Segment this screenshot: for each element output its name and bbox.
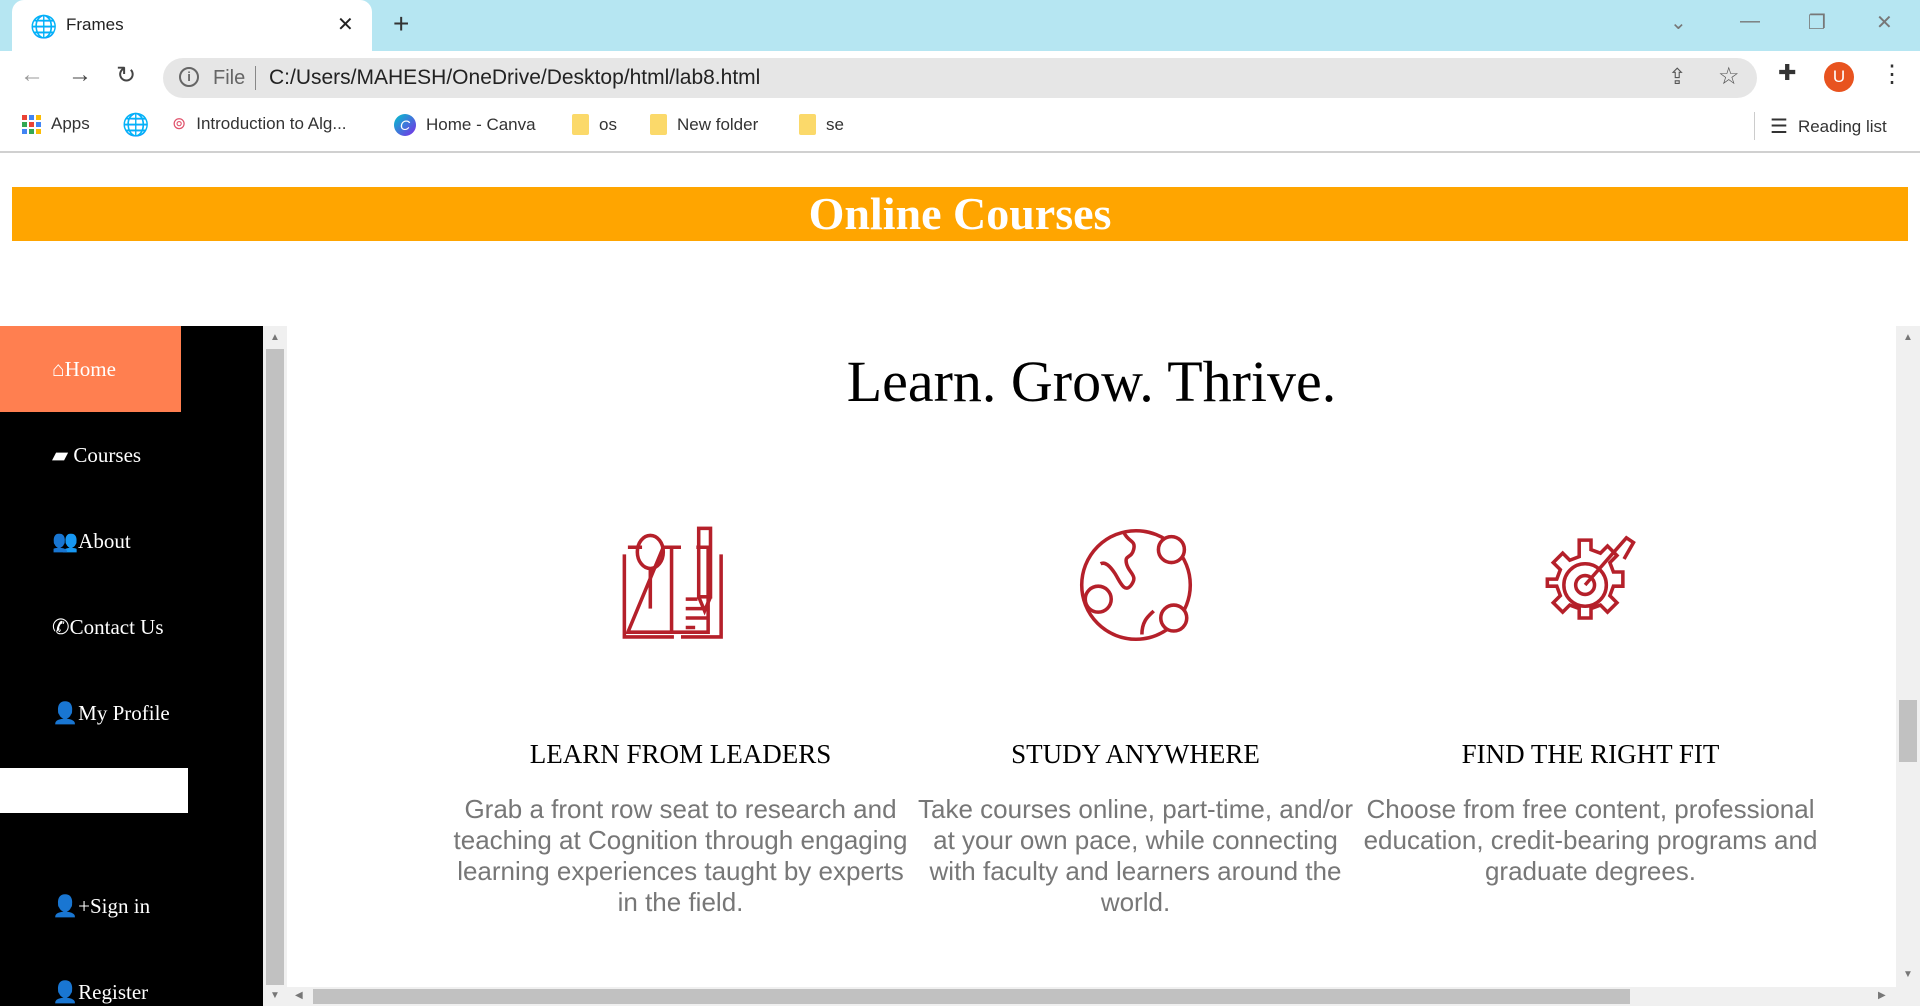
sidebar-item-contact[interactable]: ✆Contact Us bbox=[0, 584, 181, 670]
close-tab-icon[interactable]: ✕ bbox=[337, 12, 354, 37]
bookmark-label: os bbox=[599, 114, 617, 134]
bookmark-apps[interactable]: Apps bbox=[22, 114, 90, 134]
info-icon[interactable]: i bbox=[179, 67, 199, 87]
tab-title: Frames bbox=[66, 15, 124, 34]
reading-list-label: Reading list bbox=[1797, 116, 1887, 136]
address-bar[interactable]: i File C:/Users/MAHESH/OneDrive/Desktop/… bbox=[163, 58, 1757, 98]
bookmark-label: Apps bbox=[51, 114, 90, 133]
forward-button[interactable]: → bbox=[68, 61, 92, 89]
feature-title: LEARN FROM LEADERS bbox=[529, 739, 832, 769]
feature-title: STUDY ANYWHERE bbox=[1011, 739, 1260, 769]
page-banner: Online Courses bbox=[12, 187, 1908, 241]
feature-text: Grab a front row seat to research and te… bbox=[453, 794, 908, 917]
apps-grid-icon bbox=[22, 114, 41, 134]
bookmark-label: New folder bbox=[677, 114, 759, 134]
sidebar-item-about[interactable]: 👥About bbox=[0, 498, 181, 584]
bookmark-introduction[interactable]: ⊚ Introduction to Alg... bbox=[172, 114, 347, 134]
share-icon[interactable]: ⇪ bbox=[1668, 64, 1686, 90]
home-icon: ⌂ bbox=[52, 357, 65, 381]
tab-strip: 🌐 Frames ✕ + ⌄ — ❐ ✕ bbox=[0, 0, 1920, 51]
bookmark-se[interactable]: se bbox=[799, 114, 844, 135]
tab-search-chevron-icon[interactable]: ⌄ bbox=[1670, 10, 1687, 35]
bookmark-globe[interactable]: 🌐 bbox=[122, 112, 149, 138]
main-horizontal-scrollbar[interactable]: ◀ ▶ bbox=[287, 987, 1920, 1006]
toolbar: ← → ↻ i File C:/Users/MAHESH/OneDrive/De… bbox=[0, 51, 1920, 100]
nav-label: Courses bbox=[68, 443, 142, 467]
menu-icon[interactable]: ⋮ bbox=[1880, 60, 1904, 89]
nav-label: About bbox=[78, 529, 131, 553]
bookmarks-bar: Apps 🌐 ⊚ Introduction to Alg... C Home - C… bbox=[0, 100, 1920, 153]
url-text[interactable]: C:/Users/MAHESH/OneDrive/Desktop/html/la… bbox=[269, 66, 760, 90]
folder-icon bbox=[799, 114, 816, 135]
main-frame: Learn. Grow. Thrive. LEARN FROM LEADERS … bbox=[287, 326, 1896, 987]
extensions-icon[interactable]: ✚ bbox=[1778, 60, 1796, 86]
globe-people-icon bbox=[1079, 528, 1192, 642]
user-icon: 👤 bbox=[52, 980, 79, 1004]
feature-learn: LEARN FROM LEADERS Grab a front row seat… bbox=[453, 526, 908, 918]
feature-fit: FIND THE RIGHT FIT Choose from free cont… bbox=[1363, 526, 1818, 887]
sidebar-item-profile[interactable]: 👤My Profile bbox=[0, 670, 181, 756]
back-button[interactable]: ← bbox=[20, 61, 44, 89]
reload-button[interactable]: ↻ bbox=[116, 61, 136, 90]
book-magnifier-pen-icon bbox=[622, 526, 723, 639]
close-window-button[interactable]: ✕ bbox=[1876, 10, 1893, 35]
bookmark-label: Introduction to Alg... bbox=[196, 114, 347, 133]
tab-frames[interactable]: 🌐 Frames ✕ bbox=[12, 0, 372, 51]
reading-list-button[interactable]: ☰ Reading list bbox=[1770, 114, 1887, 139]
nav-label: Sign in bbox=[90, 894, 151, 918]
nav-label: Register bbox=[78, 980, 149, 1004]
book-icon: ▰ bbox=[52, 443, 69, 467]
new-tab-button[interactable]: + bbox=[393, 8, 409, 40]
bookmark-canva[interactable]: C Home - Canva bbox=[394, 114, 536, 136]
bookmark-os[interactable]: os bbox=[572, 114, 617, 135]
feature-study: STUDY ANYWHERE Take courses online, part… bbox=[908, 526, 1363, 918]
scheme-label: File bbox=[213, 67, 246, 89]
feature-text: Take courses online, part-time, and/or a… bbox=[918, 794, 1353, 917]
reading-list-icon: ☰ bbox=[1770, 116, 1788, 138]
main-vertical-scrollbar[interactable]: ▲ ▼ bbox=[1896, 326, 1920, 987]
folder-icon bbox=[650, 114, 667, 135]
globe-icon: 🌐 bbox=[30, 14, 58, 39]
sidebar-search-input[interactable] bbox=[0, 768, 188, 813]
nav-label: Home bbox=[64, 357, 116, 381]
user-plus-icon: 👤+ bbox=[52, 894, 90, 918]
scrollbar-thumb[interactable] bbox=[313, 989, 1630, 1004]
divider bbox=[1754, 112, 1755, 140]
bookmark-new-folder[interactable]: New folder bbox=[650, 114, 758, 135]
divider bbox=[255, 66, 256, 90]
sidebar-item-courses[interactable]: ▰ Courses bbox=[0, 412, 181, 498]
scrollbar-thumb[interactable] bbox=[1899, 700, 1917, 762]
sidebar-scrollbar[interactable]: ▲ ▼ bbox=[263, 326, 287, 1006]
feature-title: FIND THE RIGHT FIT bbox=[1461, 739, 1720, 769]
bookmark-label: se bbox=[826, 114, 844, 134]
canva-icon: C bbox=[394, 114, 416, 136]
bookmark-favicon-icon: ⊚ bbox=[172, 114, 187, 133]
restore-button[interactable]: ❐ bbox=[1808, 10, 1826, 35]
users-icon: 👥 bbox=[52, 529, 79, 553]
nav-label: Contact Us bbox=[69, 615, 164, 639]
page-headline: Learn. Grow. Thrive. bbox=[846, 349, 1337, 414]
profile-avatar[interactable]: U bbox=[1824, 62, 1854, 92]
bookmark-label: Home - Canva bbox=[426, 115, 536, 134]
user-icon: 👤 bbox=[52, 701, 79, 725]
minimize-button[interactable]: — bbox=[1740, 10, 1760, 33]
sidebar-item-register[interactable]: 👤Register bbox=[0, 949, 181, 1006]
sidebar-frame: ⌂Home ▰ Courses 👥About ✆Contact Us 👤My P… bbox=[0, 326, 263, 1006]
folder-icon bbox=[572, 114, 589, 135]
globe-icon: 🌐 bbox=[122, 112, 150, 137]
gear-target-icon bbox=[1545, 535, 1636, 620]
feature-text: Choose from free content, professional e… bbox=[1363, 794, 1818, 886]
phone-icon: ✆ bbox=[52, 615, 70, 639]
sidebar-item-sign-in[interactable]: 👤+Sign in bbox=[0, 863, 181, 949]
scrollbar-thumb[interactable] bbox=[266, 349, 284, 985]
bookmark-star-icon[interactable]: ☆ bbox=[1718, 62, 1740, 91]
nav-label: My Profile bbox=[78, 701, 170, 725]
sidebar-item-home[interactable]: ⌂Home bbox=[0, 326, 181, 412]
